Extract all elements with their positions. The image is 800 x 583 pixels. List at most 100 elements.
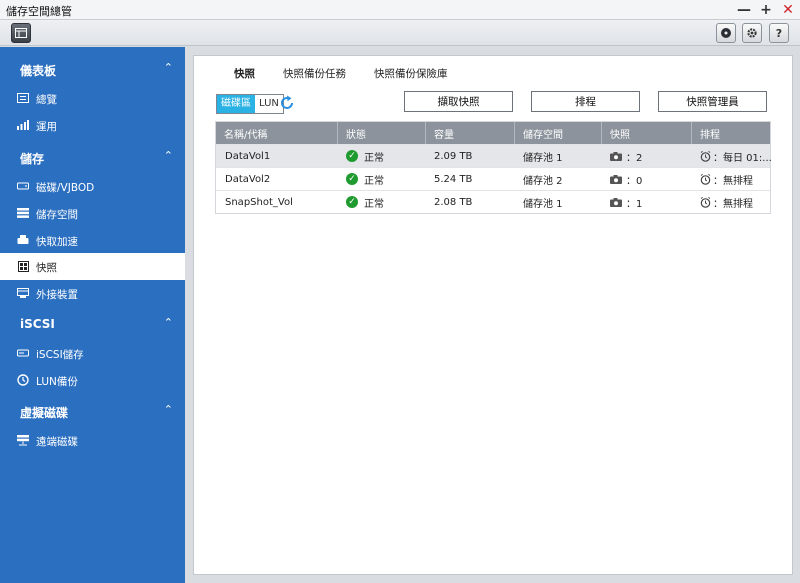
sidebar-section-iscsi[interactable]: iSCSI ⌃ — [0, 310, 185, 338]
row-name: SnapShot_Vol — [225, 196, 293, 208]
backup-icon — [16, 374, 30, 386]
schedule-text: ：每日 01:... — [713, 152, 772, 164]
window-controls: — + ✕ — [736, 0, 796, 20]
sidebar-item-label: 快照 — [36, 262, 57, 274]
alarm-clock-icon — [700, 196, 711, 208]
volume-table: 名稱/代稱 狀態 容量 儲存空間 快照 排程 DataVol1 ✓ 正常 2.09… — [215, 121, 772, 214]
snapshot-manager-button[interactable]: 快照管理員 — [658, 91, 767, 112]
chevron-up-icon[interactable]: ⌃ — [164, 149, 173, 162]
settings-button[interactable] — [742, 23, 762, 43]
sidebar-section-dashboard[interactable]: 儀表板 ⌃ — [0, 55, 185, 83]
row-name: DataVol2 — [225, 173, 271, 185]
external-device-icon — [16, 287, 30, 299]
take-snapshot-button[interactable]: 擷取快照 — [404, 91, 513, 112]
schedule-button[interactable]: 排程 — [531, 91, 640, 112]
alarm-clock-icon — [700, 173, 711, 185]
row-name: DataVol1 — [225, 150, 271, 162]
sidebar-section-virtual-disk[interactable]: 虛擬磁碟 ⌃ — [0, 397, 185, 425]
refresh-icon[interactable] — [279, 95, 295, 111]
sidebar: 儀表板 ⌃ 總覽 運用 儲存 ⌃ 磁碟/VJBOD 儲存空間 快取加速 快照 外… — [0, 47, 185, 583]
table-row[interactable]: DataVol1 ✓ 正常 2.09 TB 儲存池 1 ：2 ：每日 01:... — [216, 144, 772, 167]
disk-button[interactable] — [716, 23, 736, 43]
row-schedule: ：無排程 — [691, 191, 772, 213]
tab-snapshot-vault[interactable]: 快照備份保險庫 — [374, 66, 448, 83]
help-button[interactable]: ? — [769, 23, 789, 43]
sidebar-item-label: 總覽 — [36, 94, 57, 106]
minimize-icon[interactable]: — — [736, 2, 752, 18]
column-header-status[interactable]: 狀態 — [337, 122, 425, 144]
sidebar-item-snapshot[interactable]: 快照 — [0, 253, 185, 280]
sidebar-section-label: iSCSI — [20, 317, 55, 331]
sidebar-item-remote-disk[interactable]: 遠端磁碟 — [0, 427, 185, 454]
row-status: ✓ 正常 — [337, 191, 425, 213]
gear-icon — [747, 28, 757, 38]
chevron-up-icon[interactable]: ⌃ — [164, 403, 173, 416]
sidebar-item-usage[interactable]: 運用 — [0, 112, 185, 139]
chevron-up-icon[interactable]: ⌃ — [164, 316, 173, 329]
row-status: ✓ 正常 — [337, 145, 425, 167]
close-icon[interactable]: ✕ — [780, 2, 796, 18]
tab-snapshot[interactable]: 快照 — [234, 66, 255, 83]
sidebar-item-label: LUN備份 — [36, 376, 78, 388]
toggle-volume[interactable]: 磁碟區 — [217, 95, 255, 113]
alarm-clock-icon — [700, 150, 711, 162]
sidebar-item-cache-acceleration[interactable]: 快取加速 — [0, 227, 185, 254]
row-storage-pool: 儲存池 2 — [523, 175, 563, 187]
snapshot-grid-icon — [16, 260, 30, 272]
toolbar: ? — [0, 20, 800, 46]
sidebar-section-label: 儲存 — [20, 152, 45, 166]
schedule-text: ：無排程 — [713, 175, 753, 187]
menu-toggle-button[interactable] — [11, 23, 31, 43]
snapshot-count: ：2 — [626, 152, 643, 164]
sidebar-section-storage[interactable]: 儲存 ⌃ — [0, 143, 185, 171]
row-capacity: 5.24 TB — [434, 173, 473, 185]
status-text: 正常 — [364, 152, 384, 164]
panel-icon — [15, 28, 27, 38]
cache-drive-icon — [16, 234, 30, 246]
check-circle-icon: ✓ — [346, 196, 358, 208]
sidebar-item-storage-space[interactable]: 儲存空間 — [0, 200, 185, 227]
check-circle-icon: ✓ — [346, 173, 358, 185]
schedule-text: ：無排程 — [713, 198, 753, 210]
sidebar-item-overview[interactable]: 總覽 — [0, 85, 185, 112]
storage-stack-icon — [16, 207, 30, 219]
volume-lun-toggle: 磁碟區 LUN — [216, 94, 284, 114]
column-header-schedule[interactable]: 排程 — [691, 122, 772, 144]
table-row[interactable]: SnapShot_Vol ✓ 正常 2.08 TB 儲存池 1 ：1 ：無排程 — [216, 190, 770, 213]
sidebar-item-lun-backup[interactable]: LUN備份 — [0, 367, 185, 394]
sidebar-item-label: 儲存空間 — [36, 209, 78, 221]
sidebar-item-label: 快取加速 — [36, 236, 78, 248]
column-header-storage-space[interactable]: 儲存空間 — [514, 122, 601, 144]
overview-icon — [16, 92, 30, 104]
iscsi-drive-icon — [16, 347, 30, 359]
row-capacity: 2.09 TB — [434, 150, 473, 162]
table-row[interactable]: DataVol2 ✓ 正常 5.24 TB 儲存池 2 ：0 ：無排程 — [216, 167, 770, 190]
help-icon: ? — [775, 26, 783, 40]
main-panel: 快照 快照備份任務 快照備份保險庫 磁碟區 LUN 擷取快照 排程 快照管理員 … — [193, 55, 793, 575]
disk-drive-icon — [16, 180, 30, 192]
row-snapshots: ：2 — [601, 145, 691, 167]
row-storage-pool: 儲存池 1 — [523, 198, 563, 210]
disk-icon — [721, 28, 731, 38]
chart-icon — [16, 119, 30, 131]
sidebar-item-disks-vjbod[interactable]: 磁碟/VJBOD — [0, 173, 185, 200]
window-title: 儲存空間總管 — [6, 5, 72, 18]
sidebar-item-external-device[interactable]: 外接裝置 — [0, 280, 185, 307]
row-capacity: 2.08 TB — [434, 196, 473, 208]
chevron-up-icon[interactable]: ⌃ — [164, 61, 173, 74]
title-bar: 儲存空間總管 — + ✕ — [0, 0, 800, 20]
sidebar-item-iscsi-storage[interactable]: iSCSI儲存 — [0, 340, 185, 367]
status-text: 正常 — [364, 198, 384, 210]
column-header-name[interactable]: 名稱/代稱 — [216, 122, 337, 144]
row-snapshots: ：0 — [601, 168, 691, 190]
tab-bar: 快照 快照備份任務 快照備份保險庫 — [234, 66, 448, 83]
column-header-capacity[interactable]: 容量 — [425, 122, 514, 144]
sidebar-item-label: 外接裝置 — [36, 289, 78, 301]
row-snapshots: ：1 — [601, 191, 691, 213]
column-header-snapshot[interactable]: 快照 — [601, 122, 691, 144]
remote-disk-icon — [16, 434, 30, 446]
status-text: 正常 — [364, 175, 384, 187]
tab-snapshot-backup-jobs[interactable]: 快照備份任務 — [283, 66, 346, 83]
maximize-icon[interactable]: + — [758, 2, 774, 18]
row-storage-pool: 儲存池 1 — [523, 152, 563, 164]
